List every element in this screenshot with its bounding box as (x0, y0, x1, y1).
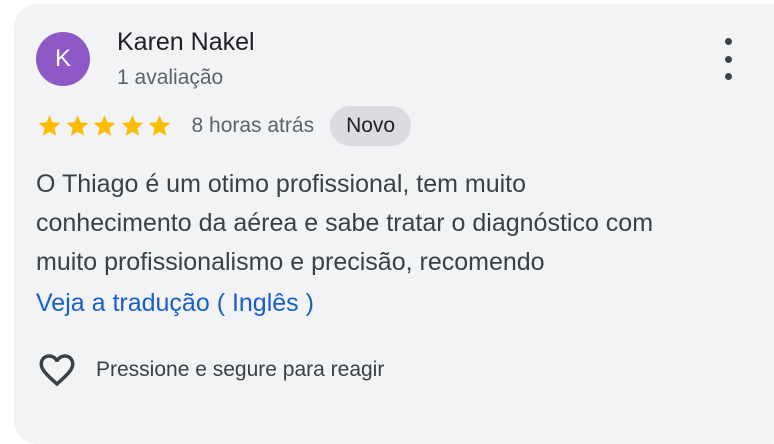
react-row: Pressione e segure para reagir (36, 346, 384, 394)
star-icon (121, 115, 143, 136)
menu-dot (724, 55, 732, 63)
star-icon (38, 115, 61, 136)
review-time: 8 horas atrás (191, 114, 315, 137)
star-icon (66, 115, 88, 136)
menu-dot (724, 38, 732, 45)
review-text-line: muito profissionalismo e precisão, recom… (36, 248, 545, 276)
new-badge: Novo (330, 106, 412, 146)
star-icon (93, 115, 116, 136)
review-text-line: O Thiago é um otimo profissional, tem mu… (36, 170, 527, 198)
review-meta: 8 horas atrás Novo (36, 106, 412, 146)
react-hint: Pressione e segure para reagir (96, 358, 385, 381)
avatar-initial: K (54, 45, 71, 72)
menu-dot (724, 73, 732, 80)
heart-outline-icon[interactable] (36, 349, 78, 391)
star-icon (148, 115, 171, 136)
reviewer-review-count: 1 avaliação (117, 66, 224, 89)
more-vert-icon[interactable] (712, 38, 744, 80)
reviewer-name[interactable]: Karen Nakel (117, 26, 255, 58)
translate-link[interactable]: Veja a tradução ( Inglês ) (36, 284, 314, 323)
review-text: O Thiago é um otimo profissional, tem mu… (36, 165, 756, 282)
avatar[interactable]: K (36, 32, 90, 86)
star-rating (36, 113, 174, 139)
review-text-line: conhecimento da aérea e sabe tratar o di… (36, 209, 654, 237)
